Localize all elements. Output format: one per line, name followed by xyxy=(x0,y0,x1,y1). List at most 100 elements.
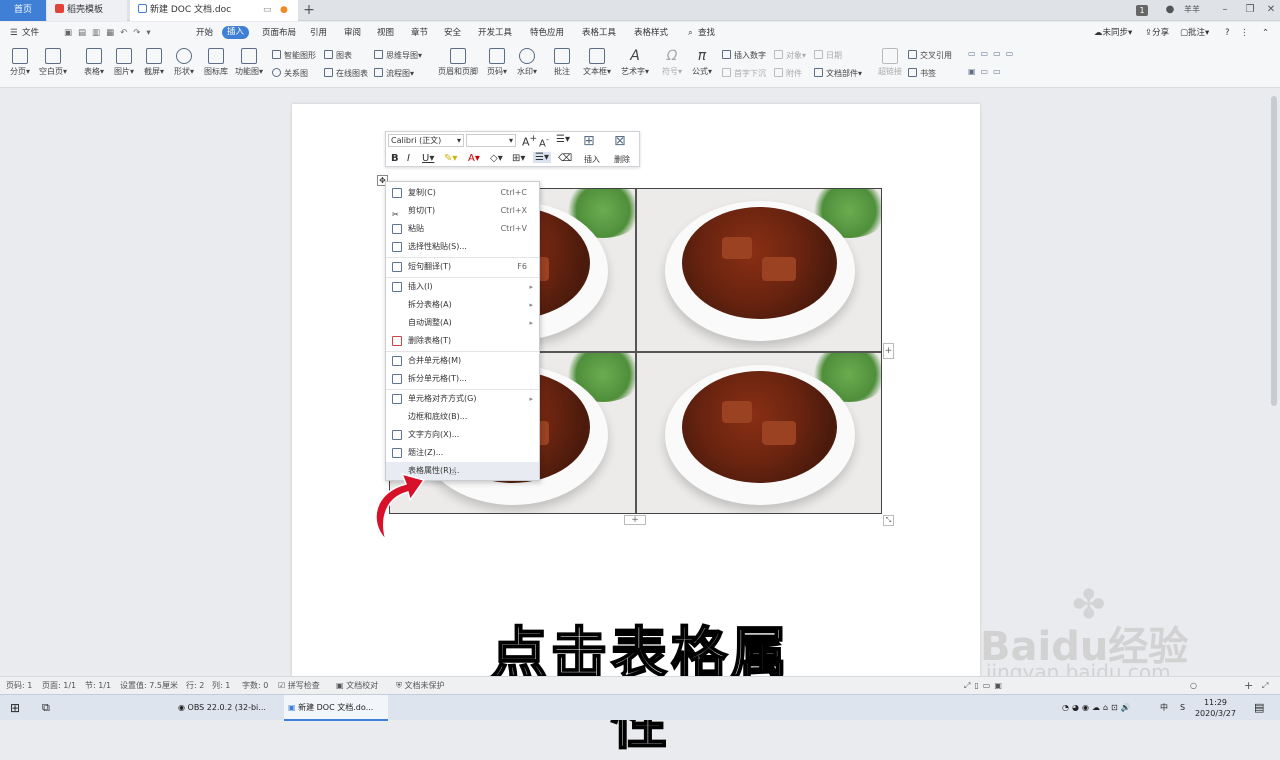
menu-item-cell-alignment[interactable]: 单元格对齐方式(G) ▸ xyxy=(386,390,539,408)
insert-number-button[interactable]: 插入数字 xyxy=(722,50,766,61)
menu-table-tools[interactable]: 表格工具 xyxy=(582,22,616,44)
highlight-icon[interactable]: ✎▾ xyxy=(444,153,457,164)
shape-button[interactable]: 形状▾ xyxy=(172,48,196,77)
restore-button[interactable]: ❐ xyxy=(1243,3,1257,17)
status-page[interactable]: 页码: 1 xyxy=(6,677,32,695)
first-letter-button[interactable]: 首字下沉 xyxy=(722,68,766,79)
insert-table-button[interactable]: ⊞ xyxy=(583,133,595,149)
attachment-button[interactable]: 附件 xyxy=(774,68,802,79)
tab-document[interactable]: 新建 DOC 文档.doc ▭ ● xyxy=(130,0,298,21)
status-row[interactable]: 行: 2 xyxy=(186,677,204,695)
ime-indicator[interactable]: 中 xyxy=(1160,695,1168,721)
online-chart-button[interactable]: 在线图表 xyxy=(324,68,368,79)
menu-item-text-direction[interactable]: 文字方向(X)... xyxy=(386,426,539,444)
proofread-button[interactable]: ▣ 文档校对 xyxy=(336,677,378,695)
status-section[interactable]: 节: 1/1 xyxy=(85,677,111,695)
object-button[interactable]: 对象▾ xyxy=(774,50,806,61)
textbox-button[interactable]: 文本框▾ xyxy=(582,48,612,77)
page-break-button[interactable]: 分页▾ xyxy=(6,48,34,77)
fit-page-icon[interactable]: ⤢ xyxy=(1262,677,1268,695)
italic-button[interactable]: I xyxy=(407,153,410,164)
menu-item-borders-shading[interactable]: 边框和底纹(B)... xyxy=(386,408,539,426)
comment-ribbon-button[interactable]: 批注 xyxy=(550,48,574,77)
icon-library-button[interactable]: 图标库 xyxy=(202,48,230,77)
user-name[interactable]: 羊羊 xyxy=(1180,3,1204,17)
shading-icon[interactable]: ◇▾ xyxy=(490,153,503,164)
help-icon[interactable]: ? xyxy=(1225,22,1230,44)
menu-item-translate[interactable]: 短句翻译(T) F6 xyxy=(386,258,539,276)
view-buttons-bottom[interactable]: ▣▭▭ xyxy=(968,67,1006,76)
font-size-select[interactable]: ▾ xyxy=(466,134,516,147)
smart-shape-button[interactable]: 智能图形 xyxy=(272,50,316,61)
more-icon[interactable]: ⋮ xyxy=(1240,22,1249,44)
menu-item-auto-fit[interactable]: 自动调整(A) ▸ xyxy=(386,314,539,332)
hamburger-icon[interactable]: ☰ xyxy=(10,22,18,44)
mind-map-button[interactable]: 思维导图▾ xyxy=(374,50,422,61)
menu-item-cut[interactable]: ✂ 剪切(T) Ctrl+X xyxy=(386,202,539,220)
tab-home[interactable]: 首页 xyxy=(0,0,46,21)
minimize-button[interactable]: – xyxy=(1218,3,1232,17)
menu-references[interactable]: 引用 xyxy=(310,22,327,44)
system-tray-icons[interactable]: ◔◕◉☁⌂⊡🔊 xyxy=(1062,695,1134,721)
zoom-in-button[interactable]: + xyxy=(1244,677,1253,695)
avatar-icon[interactable]: ● xyxy=(1163,3,1177,17)
notification-icon[interactable]: ▤ xyxy=(1254,695,1264,721)
floatbar-insert-label[interactable]: 插入 xyxy=(584,154,600,165)
menu-table-style[interactable]: 表格样式 xyxy=(634,22,668,44)
hyperlink-button[interactable]: 超链接 xyxy=(876,48,904,77)
collapse-icon[interactable]: ⌃ xyxy=(1262,22,1269,44)
quick-access-toolbar[interactable]: ▣▤▥▦↶↷▾ xyxy=(64,22,157,44)
menu-view[interactable]: 视图 xyxy=(377,22,394,44)
page-number-button[interactable]: 页码▾ xyxy=(484,48,510,77)
menu-item-paste[interactable]: 粘贴 Ctrl+V xyxy=(386,220,539,238)
flowchart-button[interactable]: 流程图▾ xyxy=(374,68,414,79)
menu-item-merge-cells[interactable]: 合并单元格(M) xyxy=(386,352,539,370)
vertical-scrollbar[interactable] xyxy=(1271,96,1277,406)
menu-insert[interactable]: 插入 xyxy=(222,26,250,39)
bookmark-button[interactable]: 书签 xyxy=(908,68,936,79)
font-color-icon[interactable]: A▾ xyxy=(468,153,480,164)
menu-item-caption[interactable]: 题注(Z)... xyxy=(386,444,539,462)
menu-search[interactable]: 查找 xyxy=(698,22,715,44)
border-icon[interactable]: ⊞▾ xyxy=(512,153,525,164)
table-cell-image[interactable] xyxy=(637,189,881,351)
system-clock[interactable]: 11:29 2020/3/27 xyxy=(1195,697,1236,719)
add-row-button[interactable]: + xyxy=(624,515,646,525)
bold-button[interactable]: B xyxy=(391,153,399,164)
grow-font-icon[interactable]: A+ xyxy=(522,133,537,149)
sync-button[interactable]: ☁未同步▾ xyxy=(1094,22,1132,44)
table-cell-image[interactable] xyxy=(637,353,881,513)
spell-check-button[interactable]: ☑ 拼写检查 xyxy=(278,677,320,695)
menu-item-paste-special[interactable]: 选择性粘贴(S)... xyxy=(386,238,539,256)
status-words[interactable]: 字数: 0 xyxy=(242,677,268,695)
menu-item-copy[interactable]: 复制(C) Ctrl+C xyxy=(386,184,539,202)
menu-file[interactable]: 文件 xyxy=(22,22,39,44)
function-chart-button[interactable]: 功能图▾ xyxy=(234,48,264,77)
menu-start[interactable]: 开始 xyxy=(196,22,213,44)
view-buttons-top[interactable]: ▭▭▭▭ xyxy=(968,49,1018,58)
underline-button[interactable]: U▾ xyxy=(422,153,434,164)
delete-table-button[interactable]: ⊠ xyxy=(614,133,626,149)
zoom-out-button[interactable]: ○ xyxy=(1190,677,1197,695)
symbol-button[interactable]: Ω 符号▾ xyxy=(660,48,684,77)
view-mode-icons[interactable]: ⤢▯▭▣ xyxy=(964,677,1006,695)
add-column-button[interactable]: + xyxy=(883,343,894,359)
cross-ref-button[interactable]: 交叉引用 xyxy=(908,50,952,61)
windows-start-icon[interactable]: ⊞ xyxy=(10,695,20,721)
menu-review[interactable]: 审阅 xyxy=(344,22,361,44)
chart-button[interactable]: 图表 xyxy=(324,50,352,61)
menu-chapter[interactable]: 章节 xyxy=(411,22,428,44)
menu-item-delete-table[interactable]: 删除表格(T) xyxy=(386,332,539,350)
comment-button[interactable]: ▢批注▾ xyxy=(1180,22,1209,44)
formula-button[interactable]: π 公式▾ xyxy=(690,48,714,77)
menu-item-split-cells[interactable]: 拆分单元格(T)... xyxy=(386,370,539,388)
search-icon[interactable]: ⌕ xyxy=(688,22,693,44)
shrink-font-icon[interactable]: A- xyxy=(539,134,549,149)
blank-page-button[interactable]: 空白页▾ xyxy=(38,48,68,77)
new-tab-button[interactable]: + xyxy=(302,0,316,21)
ime-mode[interactable]: S xyxy=(1180,695,1185,721)
menu-item-insert[interactable]: 插入(I) ▸ xyxy=(386,278,539,296)
doc-parts-button[interactable]: 文档部件▾ xyxy=(814,68,862,79)
menu-special[interactable]: 特色应用 xyxy=(530,22,564,44)
table-resize-handle[interactable]: ⤡ xyxy=(883,515,894,526)
